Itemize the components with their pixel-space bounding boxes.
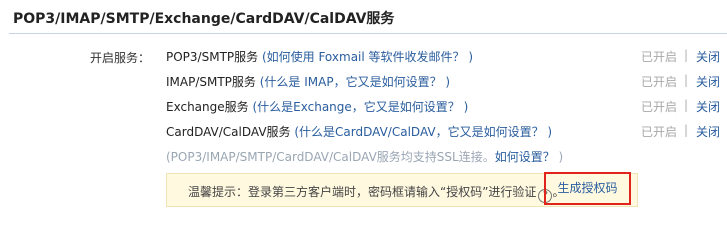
ssl-support-note: (POP3/IMAP/SMTP/CardDAV/CalDAV服务均支持SSL连接… xyxy=(166,148,563,165)
section-header: POP3/IMAP/SMTP/Exchange/CardDAV/CalDAV服务 xyxy=(0,0,727,34)
ssl-note-close: ) xyxy=(554,150,564,164)
section-title: POP3/IMAP/SMTP/Exchange/CardDAV/CalDAV服务 xyxy=(13,11,395,27)
status-separator: | xyxy=(684,123,689,137)
service-help-link[interactable]: 什么是CardDAV/CalDAV，它又是如何设置？ xyxy=(299,125,544,139)
tip-box: 温馨提示：登录第三方客户端时，密码框请输入“授权码”进行验证?。 生成授权码 xyxy=(166,172,638,207)
service-name: POP3/SMTP服务 xyxy=(166,50,259,64)
help-paren-open: ( xyxy=(248,100,258,114)
service-row-imap-smtp: IMAP/SMTP服务 (什么是 IMAP，它又是如何设置？ ) 已开启 | 关… xyxy=(166,73,727,91)
service-status: 已开启 xyxy=(641,50,678,64)
service-row-exchange: Exchange服务 (什么是Exchange，它又是如何设置？ ) 已开启 |… xyxy=(166,98,727,116)
service-status: 已开启 xyxy=(641,100,678,114)
service-help-link[interactable]: 什么是 IMAP，它又是如何设置？ xyxy=(264,75,441,89)
help-paren-close: ) xyxy=(464,50,474,64)
service-name: CardDAV/CalDAV服务 xyxy=(166,125,291,139)
ssl-note-text: (POP3/IMAP/SMTP/CardDAV/CalDAV服务均支持SSL连接… xyxy=(166,150,495,164)
help-paren-open: ( xyxy=(258,50,267,64)
generate-auth-code-button[interactable]: 生成授权码 xyxy=(544,172,631,205)
service-row-carddav-caldav: CardDAV/CalDAV服务 (什么是CardDAV/CalDAV，它又是如… xyxy=(166,123,727,141)
close-service-button[interactable]: 关闭 xyxy=(696,73,720,90)
close-service-button[interactable]: 关闭 xyxy=(696,48,720,65)
service-row-pop3-smtp: POP3/SMTP服务 (如何使用 Foxmail 等软件收发邮件？ ) 已开启… xyxy=(166,48,727,66)
service-status: 已开启 xyxy=(641,125,678,139)
close-service-button[interactable]: 关闭 xyxy=(696,98,720,115)
close-service-button[interactable]: 关闭 xyxy=(696,123,720,140)
service-name: Exchange服务 xyxy=(166,100,249,114)
tip-content: 温馨提示：登录第三方客户端时，密码框请输入“授权码”进行验证?。 xyxy=(188,183,564,203)
header-divider xyxy=(9,33,727,34)
help-paren-close: ) xyxy=(543,125,553,139)
status-separator: | xyxy=(684,73,689,87)
status-separator: | xyxy=(684,48,689,62)
help-paren-close: ) xyxy=(441,75,451,89)
enable-services-label: 开启服务： xyxy=(90,51,151,65)
help-paren-open: ( xyxy=(290,125,300,139)
service-help-link[interactable]: 什么是Exchange，它又是如何设置？ xyxy=(257,100,460,114)
service-status: 已开启 xyxy=(641,75,678,89)
status-separator: | xyxy=(684,98,689,112)
service-name: IMAP/SMTP服务 xyxy=(166,75,256,89)
ssl-setup-link[interactable]: 如何设置？ xyxy=(495,150,555,164)
help-paren-close: ) xyxy=(459,100,469,114)
service-help-link[interactable]: 如何使用 Foxmail 等软件收发邮件？ xyxy=(267,50,465,64)
tip-text: 温馨提示：登录第三方客户端时，密码框请输入“授权码”进行验证 xyxy=(188,185,537,199)
